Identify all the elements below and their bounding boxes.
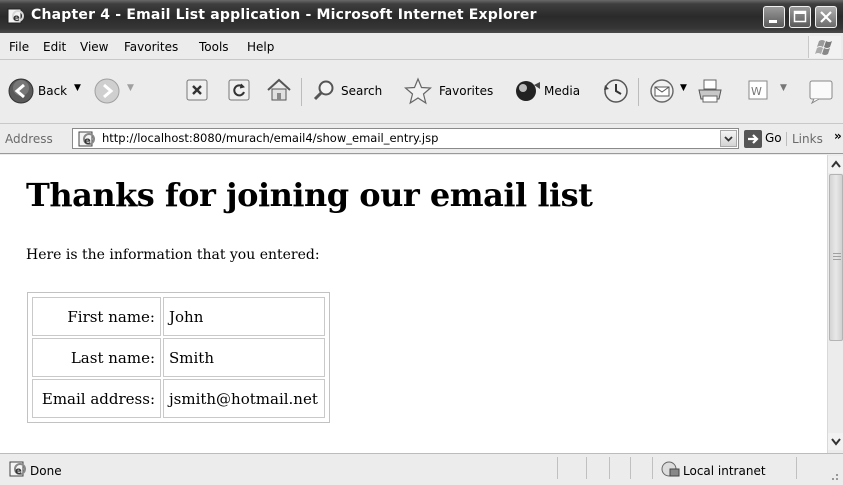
field-label: Last name: xyxy=(32,338,161,377)
address-field[interactable]: e xyxy=(72,128,739,149)
scroll-thumb[interactable] xyxy=(829,174,843,341)
status-pane xyxy=(586,457,587,479)
address-label: Address xyxy=(5,132,53,146)
print-icon xyxy=(698,79,722,103)
mail-button[interactable]: ▼ xyxy=(645,60,691,122)
back-button[interactable]: Back ▼ xyxy=(4,60,90,122)
home-button[interactable] xyxy=(262,60,296,122)
discuss-button[interactable] xyxy=(805,60,839,122)
minimize-button[interactable] xyxy=(763,6,785,28)
field-label: Email address: xyxy=(32,379,161,418)
status-bar: e Done Local intranet xyxy=(0,453,843,485)
status-pane xyxy=(652,457,653,479)
media-icon xyxy=(516,81,540,101)
search-icon xyxy=(313,80,334,101)
svg-text:e: e xyxy=(13,13,20,24)
field-value: John xyxy=(163,297,325,336)
page-content: Thanks for joining our email list Here i… xyxy=(0,155,827,453)
standard-toolbar: Back ▼ ▼ Search Favorites Media ▼ W ▼ xyxy=(0,60,843,124)
chevron-down-icon xyxy=(724,136,733,142)
table-row: Last name: Smith xyxy=(32,338,325,377)
favorites-label: Favorites xyxy=(439,84,494,98)
status-pane xyxy=(557,457,558,479)
history-button[interactable] xyxy=(598,60,634,122)
discuss-icon xyxy=(809,80,833,104)
field-value: Smith xyxy=(163,338,325,377)
stop-button[interactable] xyxy=(182,60,214,122)
info-table: First name: John Last name: Smith Email … xyxy=(27,292,330,423)
mail-icon xyxy=(650,79,674,103)
home-icon xyxy=(267,78,291,101)
mail-dropdown-icon[interactable]: ▼ xyxy=(680,83,687,93)
window-title: Chapter 4 - Email List application - Mic… xyxy=(31,7,537,23)
forward-dropdown-icon[interactable]: ▼ xyxy=(127,83,134,93)
history-icon xyxy=(604,79,628,103)
scroll-down-button[interactable] xyxy=(828,433,843,450)
search-label: Search xyxy=(341,84,383,98)
page-intro: Here is the information that you entered… xyxy=(26,247,320,263)
maximize-button[interactable] xyxy=(789,6,811,28)
ie-page-icon: e xyxy=(78,131,95,147)
back-dropdown-icon[interactable]: ▼ xyxy=(74,83,81,93)
forward-button[interactable]: ▼ xyxy=(92,60,144,122)
intranet-zone-icon xyxy=(661,461,680,477)
star-icon xyxy=(404,77,432,105)
status-pane xyxy=(796,457,797,479)
menu-help[interactable]: Help xyxy=(247,40,274,54)
links-button[interactable]: Links xyxy=(786,132,823,146)
go-arrow-icon xyxy=(744,130,762,148)
menu-edit[interactable]: Edit xyxy=(43,40,66,54)
chevron-up-icon xyxy=(831,160,841,168)
resize-grip-icon[interactable] xyxy=(826,468,840,482)
menu-view[interactable]: View xyxy=(80,40,108,54)
menu-favorites[interactable]: Favorites xyxy=(124,40,178,54)
address-dropdown-button[interactable] xyxy=(720,130,737,147)
vertical-scrollbar[interactable] xyxy=(827,155,843,453)
status-text: Done xyxy=(30,464,62,478)
page-heading: Thanks for joining our email list xyxy=(26,176,593,214)
scroll-up-button[interactable] xyxy=(828,156,843,173)
svg-text:W: W xyxy=(751,85,762,98)
toolbar-separator xyxy=(301,78,302,106)
close-button[interactable] xyxy=(815,6,837,28)
address-input[interactable] xyxy=(102,131,702,145)
forward-arrow-icon xyxy=(94,78,120,104)
table-row: First name: John xyxy=(32,297,325,336)
windows-logo-icon xyxy=(808,36,841,58)
menu-file[interactable]: File xyxy=(9,40,29,54)
edit-button[interactable]: W ▼ xyxy=(744,60,794,122)
status-pane xyxy=(609,457,610,479)
status-pane xyxy=(630,457,631,479)
refresh-button[interactable] xyxy=(224,60,256,122)
edit-dropdown-icon[interactable]: ▼ xyxy=(780,83,787,93)
back-label: Back xyxy=(38,84,68,98)
chevron-down-icon xyxy=(831,438,841,446)
media-label: Media xyxy=(544,84,581,98)
favorites-button[interactable]: Favorites xyxy=(401,60,506,122)
field-label: First name: xyxy=(32,297,161,336)
security-zone-label: Local intranet xyxy=(683,464,766,478)
ie-page-icon: e xyxy=(7,8,25,24)
svg-text:e: e xyxy=(84,136,91,147)
menu-tools[interactable]: Tools xyxy=(199,40,229,54)
go-button[interactable]: Go xyxy=(743,129,785,149)
table-row: Email address: jsmith@hotmail.net xyxy=(32,379,325,418)
word-edit-icon: W xyxy=(748,80,768,100)
title-bar[interactable]: e Chapter 4 - Email List application - M… xyxy=(0,0,843,33)
media-button[interactable]: Media xyxy=(512,60,592,122)
print-button[interactable] xyxy=(693,60,727,122)
back-arrow-icon xyxy=(8,78,34,104)
toolbar-separator xyxy=(638,78,639,106)
go-label: Go xyxy=(765,131,782,145)
ie-page-icon: e xyxy=(9,461,26,477)
menu-bar: File Edit View Favorites Tools Help xyxy=(0,33,843,60)
address-bar: Address e Go Links » xyxy=(0,124,843,154)
ie-window: e Chapter 4 - Email List application - M… xyxy=(0,0,843,485)
refresh-icon xyxy=(228,79,250,101)
svg-text:e: e xyxy=(15,466,22,477)
stop-icon xyxy=(186,79,208,101)
links-chevron-icon[interactable]: » xyxy=(834,129,842,143)
field-value: jsmith@hotmail.net xyxy=(163,379,325,418)
search-button[interactable]: Search xyxy=(308,60,393,122)
